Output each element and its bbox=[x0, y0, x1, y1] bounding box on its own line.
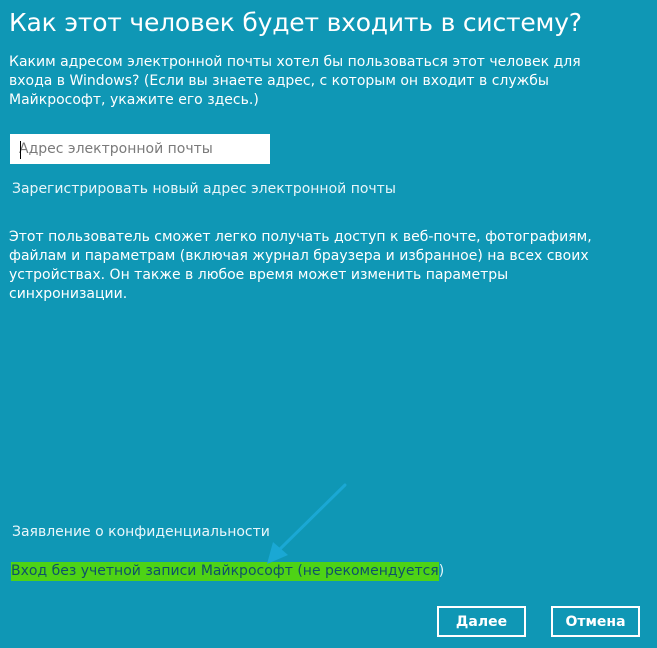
page-title: Как этот человек будет входить в систему… bbox=[9, 8, 582, 37]
intro-text: Каким адресом электронной почты хотел бы… bbox=[9, 54, 581, 108]
account-setup-window: { "page": { "title": "Как этот человек б… bbox=[0, 0, 657, 648]
email-field[interactable] bbox=[11, 135, 269, 163]
sign-in-without-microsoft-account-link[interactable]: Вход без учетной записи Майкрософт (не р… bbox=[11, 562, 445, 581]
privacy-statement-link[interactable]: Заявление о конфиденциальности bbox=[12, 524, 270, 540]
next-button[interactable]: Далее bbox=[437, 606, 526, 637]
register-new-email-link[interactable]: Зарегистрировать новый адрес электронной… bbox=[12, 181, 396, 197]
arrow-shaft bbox=[275, 483, 347, 554]
email-field-container[interactable] bbox=[10, 134, 270, 164]
cancel-button[interactable]: Отмена bbox=[551, 606, 640, 637]
text-caret bbox=[20, 141, 21, 159]
no-account-link-highlight: Вход без учетной записи Майкрософт (не р… bbox=[11, 562, 439, 581]
no-account-link-tail: ) bbox=[438, 563, 445, 579]
arrow-down-left-icon bbox=[267, 483, 347, 564]
sync-description-text: Этот пользователь сможет легко получать … bbox=[9, 229, 592, 302]
